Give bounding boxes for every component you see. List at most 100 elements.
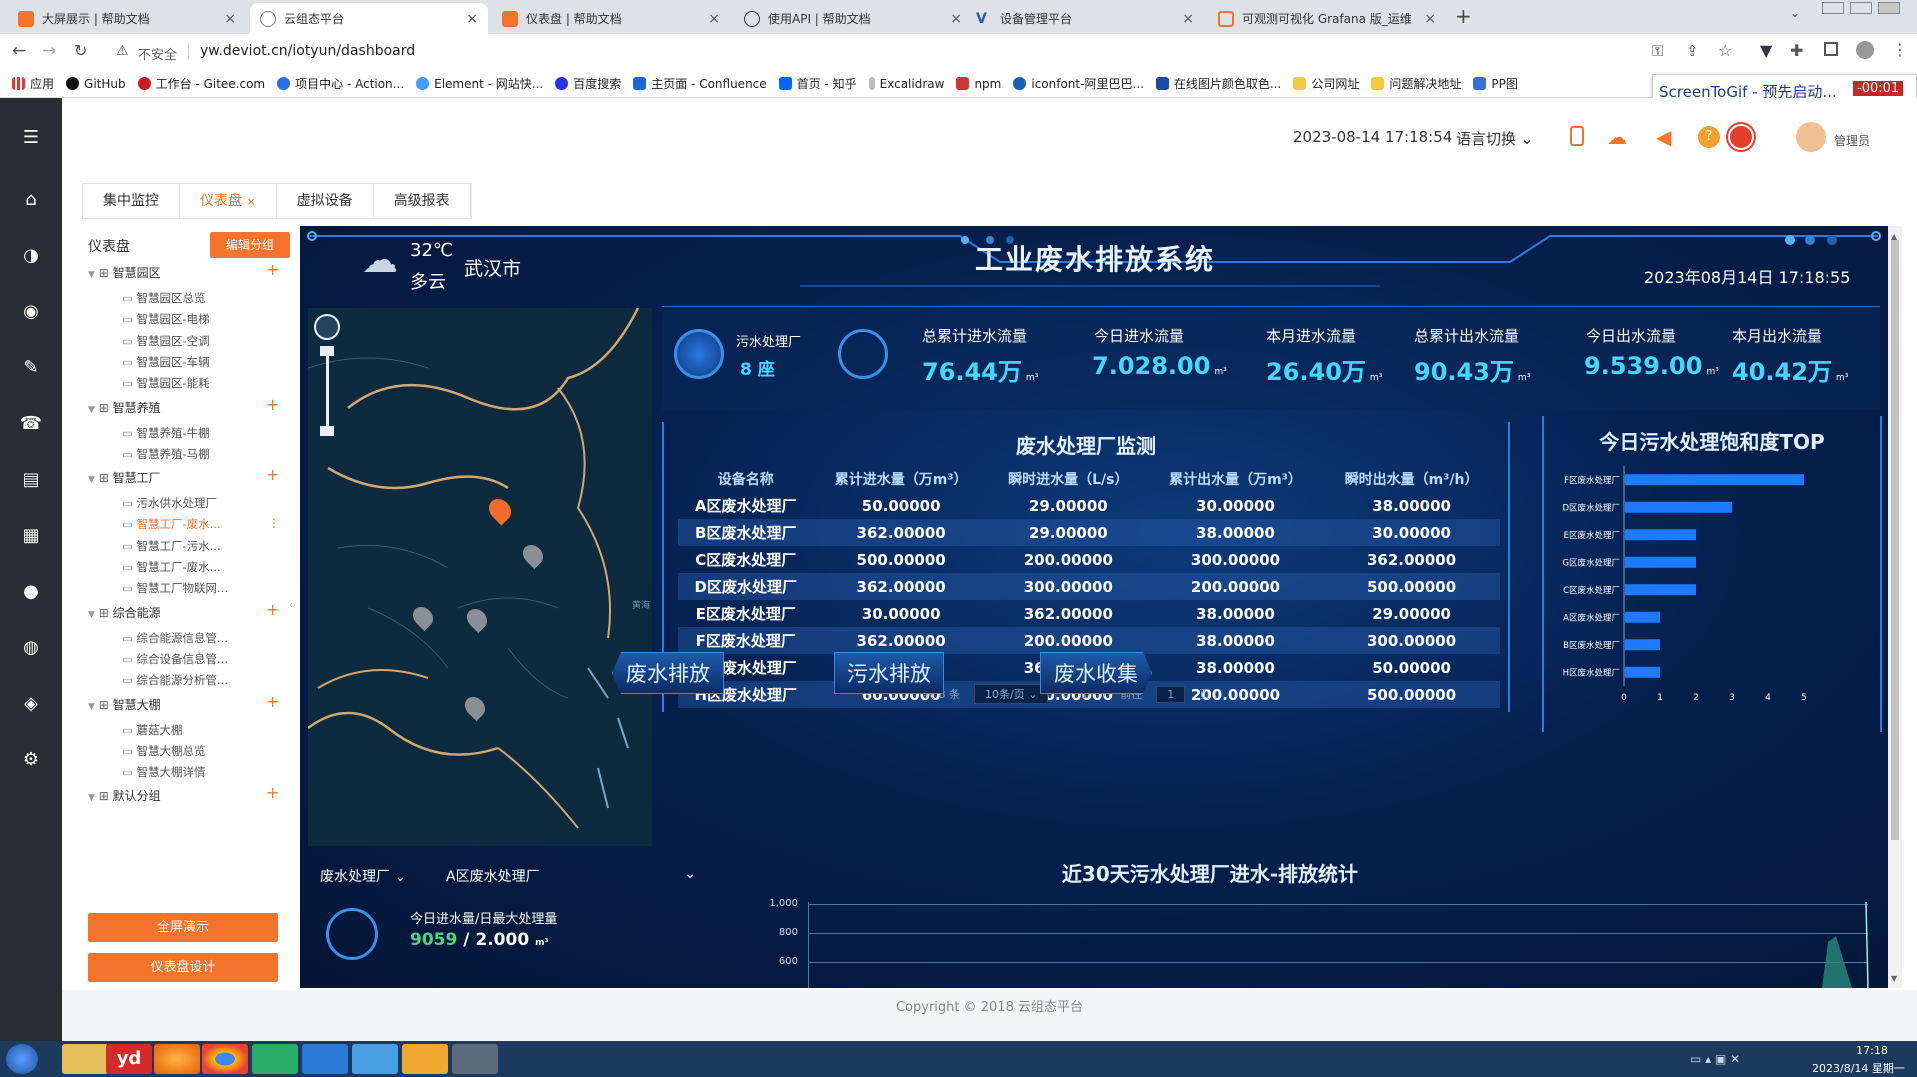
zoom-in-button[interactable] [320, 346, 334, 356]
chat-app-icon[interactable] [402, 1044, 448, 1074]
reload-icon[interactable]: ↻ [74, 41, 87, 60]
bookmark-item[interactable]: Excalidraw [868, 77, 944, 91]
add-item-button[interactable]: + [266, 600, 279, 619]
bookmark-item[interactable]: GitHub [66, 77, 126, 91]
settings-icon[interactable]: ⚙ [19, 748, 43, 772]
tree-item[interactable]: ▭ 智慧养殖-马棚 [122, 446, 210, 462]
report-icon[interactable]: ▦ [19, 524, 43, 548]
tree-item[interactable]: ▭ 综合设备信息管... [122, 651, 228, 667]
tab-search-icon[interactable]: ⌄ [1790, 6, 1800, 20]
phone-icon[interactable] [1570, 126, 1584, 146]
bar[interactable] [1625, 529, 1696, 541]
extension-v-icon[interactable]: ▼ [1760, 41, 1772, 60]
document-icon[interactable]: ▤ [19, 468, 43, 492]
tree-group[interactable]: ▼ ⊞ 默认分组 [88, 787, 161, 804]
tree-item[interactable]: ▭ 智慧大棚详情 [122, 764, 206, 780]
avatar[interactable] [1796, 122, 1826, 152]
bar[interactable] [1625, 666, 1660, 678]
key-icon[interactable]: ⚿ [1652, 42, 1663, 60]
alarm-icon[interactable]: ☎ [19, 412, 43, 436]
bar[interactable] [1625, 584, 1696, 596]
add-item-button[interactable]: + [266, 395, 279, 414]
back-icon[interactable]: ← [12, 41, 26, 61]
home-icon[interactable]: ⌂ [19, 188, 43, 212]
bookmark-item[interactable]: 项目中心 - Action... [277, 75, 404, 92]
table-row[interactable]: E区废水处理厂 30.00000 362.00000 38.00000 29.00000 [678, 600, 1500, 627]
new-tab-button[interactable]: + [1455, 4, 1472, 28]
wechat-icon[interactable]: ☁ [1607, 125, 1627, 149]
browser-tab[interactable]: 大屏展示 | 帮助文档 × [8, 3, 246, 34]
wastewater-collection-button[interactable]: 废水收集 [1040, 652, 1152, 694]
tree-group[interactable]: ▼ ⊞ 智慧养殖 [88, 399, 161, 416]
goto-input[interactable]: 1 [1156, 685, 1186, 703]
wechat-icon[interactable] [252, 1044, 298, 1074]
vscode-icon[interactable] [302, 1044, 348, 1074]
start-button[interactable] [6, 1044, 38, 1074]
bookmark-item[interactable]: Element - 网站快... [416, 75, 543, 92]
user-name[interactable]: 管理员 [1834, 132, 1870, 149]
tree-item[interactable]: ▭ 综合能源分析管... [122, 672, 228, 688]
table-row[interactable]: D区废水处理厂 362.00000 300.00000 200.00000 500.00… [678, 573, 1500, 600]
bookmark-item[interactable]: PP图 [1473, 75, 1518, 92]
tree-item[interactable]: ▭ 智慧园区-空调 [122, 333, 210, 349]
alert-icon[interactable] [1728, 124, 1754, 150]
bookmark-item[interactable]: 主页面 - Confluence [633, 75, 767, 92]
tab-virtual-device[interactable]: 虚拟设备 [277, 184, 374, 218]
china-map[interactable]: 黄海 [308, 308, 652, 846]
circle-icon[interactable]: ● [19, 580, 43, 604]
share-icon[interactable]: ⇪ [1686, 42, 1699, 60]
zoom-out-button[interactable] [320, 426, 334, 436]
edit-group-button[interactable]: 编辑分组 [210, 232, 290, 258]
plant-select[interactable]: A区废水处理厂 ⌄ [446, 866, 696, 886]
wastewater-discharge-button[interactable]: 废水排放 [612, 652, 724, 694]
tab-report[interactable]: 高级报表 [374, 184, 471, 218]
language-switch[interactable]: 语言切换 ⌄ [1456, 128, 1533, 149]
table-row[interactable]: F区废水处理厂 362.00000 200.00000 38.00000 300.000… [678, 627, 1500, 654]
bookmark-item[interactable]: 在线图片颜色取色... [1155, 75, 1281, 92]
firefox-icon[interactable] [154, 1044, 200, 1074]
close-icon[interactable]: × [708, 11, 720, 27]
tree-item[interactable]: ▭ 智慧工厂物联网... [122, 580, 228, 596]
bookmark-folder[interactable]: 公司网址 [1293, 75, 1359, 92]
tree-item[interactable]: ▭ 智慧工厂-废水... [122, 559, 221, 575]
close-icon[interactable]: × [224, 11, 236, 27]
tab-monitor[interactable]: 集中监控 [83, 184, 180, 218]
menu-icon[interactable]: ☰ [19, 126, 43, 150]
table-row[interactable]: C区废水处理厂 500.00000 200.00000 300.00000 362.00… [678, 546, 1500, 573]
tree-item[interactable]: ▭ 智慧养殖-牛棚 [122, 425, 210, 441]
extensions-icon[interactable]: ✚ [1790, 41, 1803, 60]
star-icon[interactable]: ☆ [1718, 41, 1732, 60]
bar[interactable] [1625, 474, 1804, 486]
search-app-icon[interactable] [352, 1044, 398, 1074]
tree-item[interactable]: ▭ 智慧园区总览 [122, 290, 206, 306]
explorer-icon[interactable] [62, 1044, 108, 1074]
close-icon[interactable]: × [1182, 11, 1194, 27]
close-icon[interactable]: × [950, 11, 962, 27]
tab-dashboard[interactable]: 仪表盘 × [180, 184, 277, 218]
browser-tab[interactable]: V 设备管理平台 × [966, 3, 1204, 34]
bar[interactable] [1625, 501, 1732, 513]
tree-item[interactable]: ▭ 智慧大棚总览 [122, 743, 206, 759]
bookmark-item[interactable]: 百度搜索 [555, 75, 621, 92]
tree-group[interactable]: ▼ ⊞ 智慧园区 [88, 264, 161, 281]
close-window-button[interactable] [1878, 2, 1900, 14]
page-size-select[interactable]: 10条/页 ⌄ [974, 684, 1049, 704]
forward-icon[interactable]: → [42, 41, 56, 61]
bookmark-item[interactable]: iconfont-阿里巴巴... [1013, 75, 1144, 92]
add-item-button[interactable]: + [266, 692, 279, 711]
close-icon[interactable]: × [246, 195, 255, 208]
tree-item[interactable]: ▭ 智慧园区-电梯 [122, 311, 210, 327]
sidepanel-icon[interactable] [1824, 42, 1838, 56]
browser-tab[interactable]: 仪表盘 | 帮助文档 × [492, 3, 730, 34]
monitor-app-icon[interactable] [452, 1044, 498, 1074]
dashboard-icon[interactable]: ◑ [19, 244, 43, 268]
url-input[interactable]: yw.deviot.cn/iotyun/dashboard [200, 43, 415, 59]
tree-group[interactable]: ▼ ⊞ 综合能源 [88, 604, 161, 621]
tree-item[interactable]: ▭ 智慧工厂-废水... [122, 516, 221, 532]
bar[interactable] [1625, 611, 1660, 623]
zoom-slider[interactable] [326, 348, 329, 436]
dashboard-design-button[interactable]: 仪表盘设计 [88, 953, 278, 982]
collapse-handle[interactable]: ‹ [289, 600, 293, 611]
bookmark-item[interactable]: 工作台 - Gitee.com [137, 75, 265, 92]
bookmark-item[interactable]: 应用 [12, 75, 54, 92]
